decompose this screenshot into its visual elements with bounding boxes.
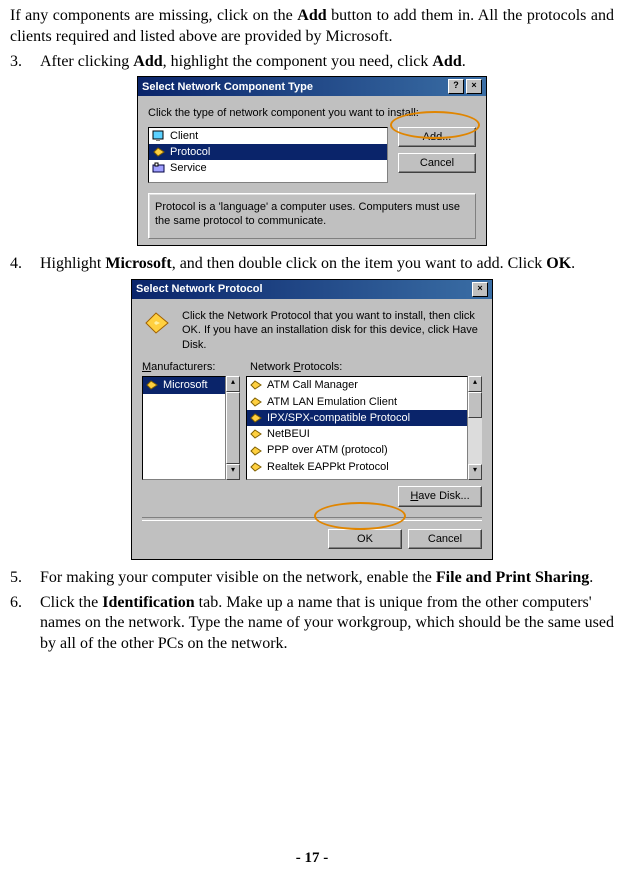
list-item[interactable]: IPX/SPX-compatible Protocol: [247, 410, 467, 426]
protocol-icon: [249, 412, 263, 424]
protocol-icon: [249, 428, 263, 440]
step-number: 6.: [10, 593, 40, 655]
text: If any components are missing, click on …: [10, 7, 297, 24]
dialog-title: Select Network Protocol: [136, 282, 263, 296]
list-item[interactable]: Protocol: [149, 144, 387, 160]
titlebar: Select Network Component Type ? ×: [138, 77, 486, 96]
close-icon[interactable]: ×: [466, 79, 482, 94]
list-item[interactable]: Client: [149, 128, 387, 144]
protocol-icon: [145, 379, 159, 391]
titlebar: Select Network Protocol ×: [132, 280, 492, 299]
scroll-thumb[interactable]: [468, 392, 482, 417]
intro-paragraph: If any components are missing, click on …: [10, 6, 614, 48]
step-6: 6. Click the Identification tab. Make up…: [10, 593, 614, 655]
client-icon: [152, 130, 166, 142]
select-network-protocol-dialog: Select Network Protocol × Click the Netw…: [131, 279, 493, 560]
step-text: For making your computer visible on the …: [40, 568, 614, 589]
step-4: 4. Highlight Microsoft, and then double …: [10, 254, 614, 275]
have-disk-button[interactable]: Have Disk...: [398, 486, 482, 506]
page-number: - 17 -: [0, 849, 624, 869]
protocol-icon: [142, 309, 172, 337]
list-item[interactable]: NetBEUI: [247, 426, 467, 442]
bold-add: Add: [297, 7, 326, 24]
component-listbox[interactable]: Client Protocol Service: [148, 127, 388, 183]
step-text: Highlight Microsoft, and then double cli…: [40, 254, 614, 275]
add-button[interactable]: Add...: [398, 127, 476, 147]
dialog-prompt: Click the type of network component you …: [148, 106, 476, 120]
protocol-icon: [249, 445, 263, 457]
step-number: 5.: [10, 568, 40, 589]
protocol-icon: [249, 461, 263, 473]
protocol-icon: [249, 379, 263, 391]
step-5: 5. For making your computer visible on t…: [10, 568, 614, 589]
list-item[interactable]: Realtek EAPPkt Protocol: [247, 459, 467, 475]
list-item[interactable]: ATM Call Manager: [247, 377, 467, 393]
select-component-type-dialog: Select Network Component Type ? × Click …: [137, 76, 487, 246]
step-number: 3.: [10, 52, 40, 73]
close-icon[interactable]: ×: [472, 282, 488, 297]
scroll-down-icon[interactable]: ▾: [226, 464, 240, 480]
scrollbar[interactable]: ▴ ▾: [226, 376, 240, 480]
dialog-title: Select Network Component Type: [142, 80, 313, 94]
scroll-up-icon[interactable]: ▴: [226, 376, 240, 392]
manufacturers-listbox[interactable]: Microsoft: [142, 376, 226, 480]
step-text: Click the Identification tab. Make up a …: [40, 593, 614, 655]
description-group: Protocol is a 'language' a computer uses…: [148, 193, 476, 240]
protocol-icon: [152, 146, 166, 158]
list-item[interactable]: Service: [149, 160, 387, 176]
protocol-icon: [249, 396, 263, 408]
protocols-label: Network Protocols:: [250, 360, 482, 374]
ok-button[interactable]: OK: [328, 529, 402, 549]
cancel-button[interactable]: Cancel: [398, 153, 476, 173]
list-item[interactable]: PPP over ATM (protocol): [247, 442, 467, 458]
dialog-prompt: Click the Network Protocol that you want…: [182, 309, 482, 352]
separator: [142, 517, 482, 521]
step-number: 4.: [10, 254, 40, 275]
step-3: 3. After clicking Add, highlight the com…: [10, 52, 614, 73]
description-text: Protocol is a 'language' a computer uses…: [155, 201, 460, 227]
help-icon[interactable]: ?: [448, 79, 464, 94]
manufacturers-label: Manufacturers:: [142, 360, 240, 374]
cancel-button[interactable]: Cancel: [408, 529, 482, 549]
scrollbar[interactable]: ▴ ▾: [468, 376, 482, 480]
scroll-up-icon[interactable]: ▴: [468, 376, 482, 392]
service-icon: [152, 162, 166, 174]
list-item[interactable]: Microsoft: [143, 377, 225, 393]
list-item[interactable]: ATM LAN Emulation Client: [247, 394, 467, 410]
scroll-down-icon[interactable]: ▾: [468, 464, 482, 480]
protocols-listbox[interactable]: ATM Call Manager ATM LAN Emulation Clien…: [246, 376, 468, 480]
step-text: After clicking Add, highlight the compon…: [40, 52, 614, 73]
scroll-thumb[interactable]: [226, 392, 240, 464]
